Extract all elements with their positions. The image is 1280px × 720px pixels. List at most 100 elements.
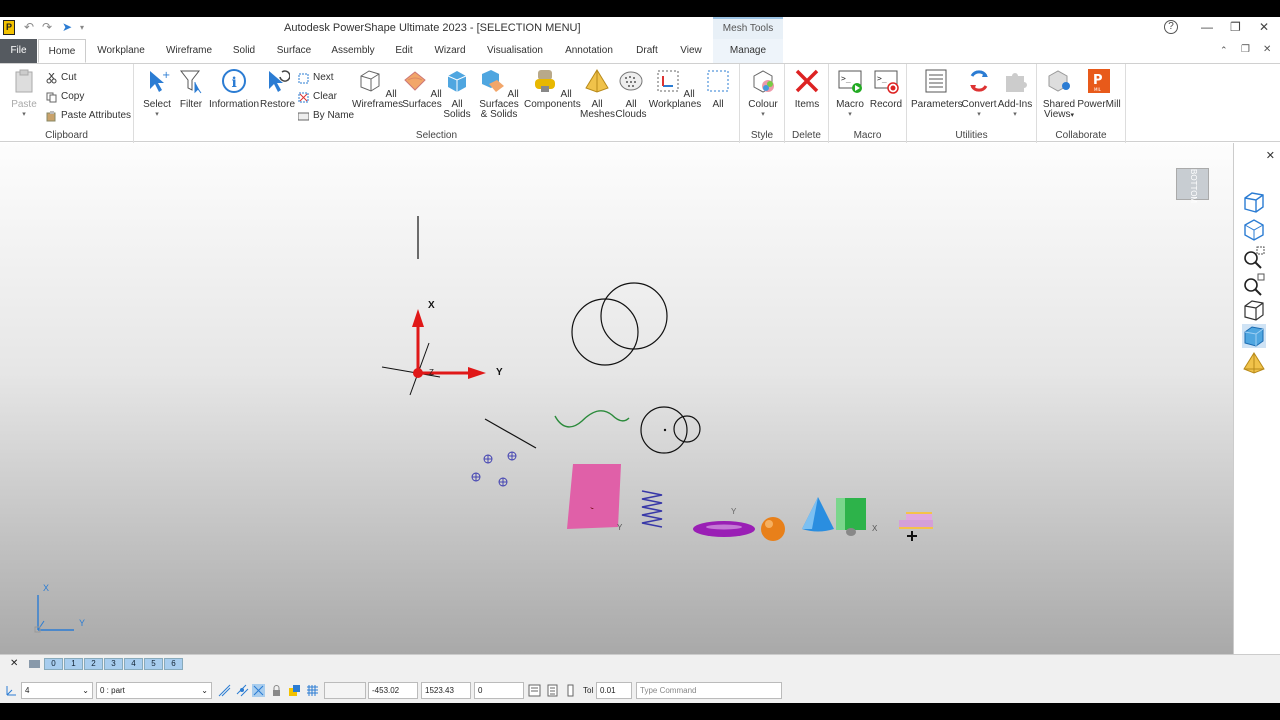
delete-items-button[interactable]: Items	[791, 68, 823, 110]
zoom-icon[interactable]	[1242, 272, 1266, 296]
level-button[interactable]: 1	[64, 658, 83, 670]
powermill-button[interactable]: P MIL PowerMill	[1077, 68, 1121, 110]
tab-home[interactable]: Home	[38, 39, 86, 63]
z-coordinate[interactable]: 0	[474, 682, 524, 699]
help-icon[interactable]: ?	[1164, 20, 1178, 34]
workplane-select[interactable]: 4 ⌄	[21, 682, 93, 699]
level-button[interactable]: 5	[144, 658, 163, 670]
cone-solid[interactable]	[802, 497, 834, 532]
absolute-coords-icon[interactable]	[528, 684, 541, 697]
point-markers[interactable]	[471, 451, 517, 487]
levels-icon[interactable]	[29, 660, 40, 668]
shared-views-button[interactable]: Shared Views▾	[1041, 68, 1077, 121]
intelligent-cursor-icon[interactable]	[252, 684, 265, 697]
diagonal-line[interactable]	[484, 418, 537, 449]
record-button[interactable]: >_ Record	[869, 68, 903, 110]
calculator-icon[interactable]	[546, 684, 559, 697]
add-ins-button[interactable]: Add-Ins ▾	[997, 68, 1033, 120]
pink-surface[interactable]: Y	[567, 464, 623, 532]
tab-annotation[interactable]: Annotation	[558, 39, 620, 63]
tab-file[interactable]: File	[0, 39, 37, 63]
tab-surface[interactable]: Surface	[272, 39, 316, 63]
information-button[interactable]: i Information	[208, 68, 260, 110]
tab-wireframe[interactable]: Wireframe	[160, 39, 218, 63]
level-select[interactable]: 0 : part ⌄	[96, 682, 212, 699]
cylinder-solid[interactable]: X	[836, 498, 878, 536]
shaded-view-icon[interactable]	[1242, 324, 1266, 348]
mesh-view-icon[interactable]	[1242, 351, 1266, 375]
ruler-icon[interactable]	[564, 684, 577, 697]
level-button[interactable]: 2	[84, 658, 103, 670]
wireframe-view-icon[interactable]	[1242, 191, 1266, 215]
y-coordinate[interactable]: 1523.43	[421, 682, 471, 699]
all-surfaces-solids-button[interactable]: All Surfaces & Solids	[474, 68, 524, 120]
tab-edit[interactable]: Edit	[390, 39, 418, 63]
tab-assembly[interactable]: Assembly	[326, 39, 380, 63]
redo-icon[interactable]: ↷	[42, 20, 52, 34]
all-solids-button[interactable]: All Solids	[440, 68, 474, 120]
level-button[interactable]: 0	[44, 658, 63, 670]
minimize-button[interactable]: —	[1201, 20, 1213, 34]
view-cube-bottom[interactable]: BOTTOM	[1176, 168, 1209, 203]
tab-manage[interactable]: Manage	[713, 39, 783, 63]
level-button[interactable]: 3	[104, 658, 123, 670]
wireframe-circles-upper[interactable]	[571, 282, 668, 366]
tab-solid[interactable]: Solid	[226, 39, 262, 63]
clear-button[interactable]: Clear	[298, 89, 337, 105]
all-meshes-button[interactable]: All Meshes	[580, 68, 615, 120]
restore-selection-button[interactable]: Restore	[260, 68, 295, 110]
parameters-button[interactable]: Parameters	[911, 68, 963, 110]
command-input[interactable]: Type Command	[636, 682, 782, 699]
undo-icon[interactable]: ↶	[24, 20, 34, 34]
close-levels-icon[interactable]: ✕	[10, 658, 18, 669]
tab-wizard[interactable]: Wizard	[428, 39, 472, 63]
graphics-viewport[interactable]: X Y Z Y Y X X Y BOTTOM	[0, 143, 1233, 654]
copy-button[interactable]: Copy	[46, 89, 84, 105]
workplane-axes[interactable]: X Y Z	[381, 300, 503, 396]
next-button[interactable]: Next	[298, 70, 334, 86]
x-coordinate[interactable]: -453.02	[368, 682, 418, 699]
snap-icon[interactable]	[218, 684, 231, 697]
paste-attributes-button[interactable]: Paste Attributes	[46, 108, 131, 124]
tab-visualisation[interactable]: Visualisation	[482, 39, 548, 63]
level-button[interactable]: 6	[164, 658, 183, 670]
level-button[interactable]: 4	[124, 658, 143, 670]
all-clouds-button[interactable]: All Clouds	[614, 68, 648, 120]
all-workplanes-button[interactable]: All Workplanes	[648, 68, 702, 110]
spline-curve[interactable]	[554, 410, 630, 428]
all-wireframes-button[interactable]: All Wireframes	[352, 68, 403, 110]
colour-button[interactable]: Colour ▾	[745, 68, 781, 120]
cut-button[interactable]: Cut	[46, 70, 77, 86]
small-component[interactable]	[899, 512, 933, 541]
tab-draft[interactable]: Draft	[630, 39, 664, 63]
tab-workplane[interactable]: Workplane	[92, 39, 150, 63]
tolerance-field[interactable]: 0.01	[596, 682, 632, 699]
filter-button[interactable]: Filter	[176, 68, 206, 110]
paste-button[interactable]: Paste ▾	[8, 68, 40, 120]
select-arrow-icon[interactable]: ➤	[62, 20, 72, 34]
zoom-fit-icon[interactable]	[1242, 245, 1266, 269]
all-button[interactable]: All	[702, 68, 734, 110]
workplane-icon[interactable]	[5, 684, 18, 697]
doc-close-icon[interactable]: ✕	[1263, 44, 1271, 55]
collapse-ribbon-icon[interactable]: ⌃	[1220, 45, 1228, 56]
macro-button[interactable]: >_ Macro ▾	[833, 68, 867, 120]
grid-icon[interactable]	[306, 684, 319, 697]
all-surfaces-button[interactable]: All Surfaces	[402, 68, 442, 110]
select-button[interactable]: + Select ▾	[142, 68, 172, 120]
by-name-button[interactable]: By Name	[298, 108, 354, 124]
wireframe-circles-lower[interactable]	[640, 406, 701, 454]
quick-access-dropdown-icon[interactable]: ▾	[80, 23, 84, 32]
all-components-button[interactable]: All Components	[524, 68, 581, 110]
convert-button[interactable]: Convert ▾	[961, 68, 997, 120]
restore-button[interactable]: ❐	[1230, 20, 1241, 34]
sphere-solid[interactable]	[761, 517, 785, 541]
lock-icon[interactable]	[270, 684, 283, 697]
grid-snap-icon[interactable]	[236, 684, 249, 697]
hidden-line-view-icon[interactable]	[1242, 299, 1266, 323]
close-toolbar-icon[interactable]: ✕	[1266, 149, 1275, 162]
doc-restore-icon[interactable]: ❐	[1241, 44, 1250, 55]
iso-view-icon[interactable]	[1242, 218, 1266, 242]
tab-view[interactable]: View	[674, 39, 708, 63]
solid-mode-icon[interactable]	[288, 684, 301, 697]
